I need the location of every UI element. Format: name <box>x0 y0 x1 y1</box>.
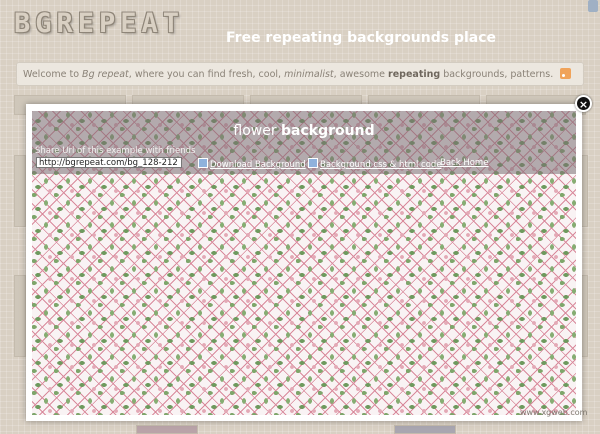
modal-header: flower background Share Url of this exam… <box>32 111 576 174</box>
corner-tab-icon[interactable] <box>588 0 598 12</box>
css-html-code-label: Background css & html code <box>320 160 442 170</box>
welcome-minimalist: minimalist <box>284 69 334 80</box>
code-icon <box>308 158 318 168</box>
close-icon[interactable]: × <box>575 95 592 112</box>
welcome-bar: Welcome to Bg repeat, where you can find… <box>16 62 584 86</box>
modal-title-bold: background <box>281 123 375 139</box>
modal-title: flower background <box>32 123 576 139</box>
share-label: Share Url of this example with friends <box>35 146 196 156</box>
welcome-middle2: , awesome <box>333 69 389 80</box>
download-background-label: Download Background <box>210 160 306 170</box>
site-tagline: Free repeating backgrounds place <box>226 30 496 46</box>
welcome-prefix: Welcome to <box>23 69 83 80</box>
watermark: www.xgweb.com <box>520 408 588 417</box>
background-thumbnail[interactable] <box>14 155 26 227</box>
welcome-suffix: backgrounds, patterns. <box>440 69 554 80</box>
welcome-repeating: repeating <box>388 69 441 80</box>
welcome-middle: , where you can find fresh, cool, <box>128 69 285 80</box>
back-home-link[interactable]: Back Home <box>440 158 488 168</box>
download-background-link[interactable]: Download Background <box>198 158 306 170</box>
css-html-code-link[interactable]: Background css & html code <box>308 158 442 170</box>
download-icon <box>198 158 208 168</box>
modal-title-light: flower <box>233 123 282 139</box>
rss-icon[interactable] <box>560 68 572 79</box>
background-thumbnail[interactable] <box>394 425 456 434</box>
background-preview-modal: flower background Share Url of this exam… <box>26 104 582 421</box>
share-url-input[interactable] <box>36 157 182 168</box>
site-logo[interactable]: BGREPEAT <box>14 8 184 39</box>
site-header: BGREPEAT Free repeating backgrounds plac… <box>0 0 600 60</box>
welcome-brand: Bg repeat <box>82 69 129 80</box>
background-thumbnail[interactable] <box>14 275 26 357</box>
background-thumbnail[interactable] <box>136 425 198 434</box>
